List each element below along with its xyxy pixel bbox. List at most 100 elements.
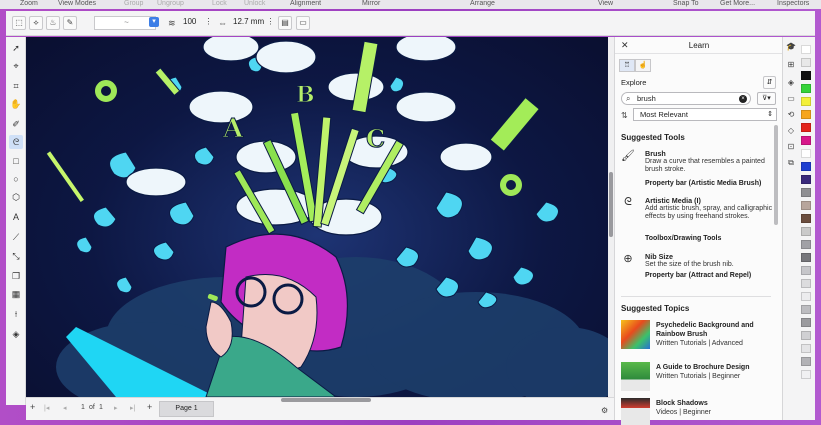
color-swatch[interactable] — [801, 357, 811, 366]
drawing-canvas[interactable]: A B C — [26, 37, 608, 397]
explore-options-icon[interactable]: ⇵ — [763, 76, 776, 89]
transform-docker-icon[interactable]: ⟲ — [785, 109, 797, 121]
color-swatch[interactable] — [801, 266, 811, 275]
add-page-after-icon[interactable]: + — [147, 402, 152, 412]
stroke-preset-dropdown[interactable]: ~ — [94, 16, 156, 30]
text-tool-icon[interactable]: A — [9, 210, 23, 224]
freehand-tool-icon[interactable]: ✐ — [9, 117, 23, 131]
color-swatch[interactable] — [801, 201, 811, 210]
menu-ungroup[interactable]: Ungroup — [157, 0, 184, 7]
menu-view-modes[interactable]: View Modes — [58, 0, 96, 7]
filter-icon[interactable]: ⊽▾ — [757, 92, 776, 105]
line-tool-icon[interactable]: ⟋ — [9, 230, 23, 244]
canvas-horizontal-scrollbar[interactable] — [281, 398, 371, 402]
color-swatch[interactable] — [801, 97, 811, 106]
transparency-tool-icon[interactable]: ▦ — [9, 287, 23, 301]
color-swatch[interactable] — [801, 279, 811, 288]
polygon-tool-icon[interactable]: ⬡ — [9, 190, 23, 204]
comments-docker-icon[interactable]: ▭ — [785, 93, 797, 105]
clear-search-icon[interactable]: × — [739, 95, 747, 103]
tab-learn[interactable]: ♖ — [619, 59, 635, 72]
spray-icon[interactable]: ✎ — [63, 16, 77, 30]
next-page-icon[interactable]: ▸ — [114, 404, 118, 412]
bounding-box-icon[interactable]: ⬚ — [12, 16, 26, 30]
menu-zoom[interactable]: Zoom — [20, 0, 38, 7]
menu-mirror[interactable]: Mirror — [362, 0, 380, 7]
panel-scrollbar[interactable] — [774, 125, 778, 225]
menu-group[interactable]: Group — [124, 0, 143, 7]
pick-tool-icon[interactable]: ➚ — [9, 41, 23, 55]
color-swatch[interactable] — [801, 149, 811, 158]
width-stepper-icon[interactable]: ⋮ — [266, 16, 275, 30]
last-page-icon[interactable]: ▸| — [130, 404, 135, 412]
topic-item-psychedelic[interactable]: Psychedelic Background and Rainbow Brush… — [621, 320, 777, 352]
scale-stroke-icon[interactable]: ▤ — [278, 16, 292, 30]
color-swatch[interactable] — [801, 240, 811, 249]
color-swatch[interactable] — [801, 71, 811, 80]
menu-lock[interactable]: Lock — [212, 0, 227, 7]
tool-item-brush[interactable]: 🖌 Brush Draw a curve that resembles a pa… — [621, 149, 777, 191]
smoothing-field[interactable]: 100 — [180, 16, 204, 30]
node-edit-icon[interactable]: ⟡ — [29, 16, 43, 30]
current-page[interactable]: 1 — [81, 404, 85, 411]
width-field[interactable]: 12.7 mm — [230, 16, 266, 30]
color-swatch[interactable] — [801, 214, 811, 223]
brush-preset-icon[interactable]: ♨ — [46, 16, 60, 30]
connector-tool-icon[interactable]: ⤡ — [9, 249, 23, 263]
tool-item-nib-size[interactable]: ⊕ Nib Size Set the size of the brush nib… — [621, 252, 777, 286]
search-input[interactable]: ⌕ brush × — [621, 92, 751, 105]
first-page-icon[interactable]: |◂ — [44, 404, 49, 412]
frame-icon[interactable]: ▭ — [296, 16, 310, 30]
shape-tool-icon[interactable]: ⌖ — [9, 59, 23, 73]
add-page-before-icon[interactable]: + — [30, 402, 35, 412]
menu-view[interactable]: View — [598, 0, 613, 7]
color-swatch[interactable] — [801, 188, 811, 197]
topic-item-block-shadows[interactable]: Block Shadows Videos | Beginner — [621, 398, 777, 425]
tool-item-artistic-media[interactable]: ᘓ Artistic Media (I) Add artistic brush,… — [621, 196, 777, 246]
color-swatch[interactable] — [801, 344, 811, 353]
tab-hints[interactable]: ☝ — [635, 59, 651, 72]
color-swatch[interactable] — [801, 45, 811, 54]
color-swatch[interactable] — [801, 227, 811, 236]
objects-docker-icon[interactable]: ◈ — [785, 77, 797, 89]
color-swatch[interactable] — [801, 370, 811, 379]
sort-dropdown[interactable]: Most Relevant ⇕ — [633, 108, 777, 121]
export-docker-icon[interactable]: ⊡ — [785, 141, 797, 153]
color-swatch[interactable] — [801, 253, 811, 262]
menu-inspectors[interactable]: Inspectors — [777, 0, 809, 7]
smoothing-stepper-icon[interactable]: ⋮ — [204, 16, 213, 30]
color-swatch[interactable] — [801, 331, 811, 340]
assets-docker-icon[interactable]: ◇ — [785, 125, 797, 137]
navigator-icon[interactable]: ⚙ — [601, 406, 608, 415]
pan-tool-icon[interactable]: ✋ — [9, 97, 23, 111]
stroke-dropdown-arrow-icon[interactable]: ▾ — [149, 17, 159, 27]
eyedropper-tool-icon[interactable]: ⟊ — [9, 307, 23, 321]
menu-arrange[interactable]: Arrange — [470, 0, 495, 7]
crop-tool-icon[interactable]: ⌗ — [9, 79, 23, 93]
color-swatch[interactable] — [801, 318, 811, 327]
fill-tool-icon[interactable]: ◈ — [9, 327, 23, 341]
color-swatch[interactable] — [801, 84, 811, 93]
color-swatch[interactable] — [801, 162, 811, 171]
menu-alignment[interactable]: Alignment — [290, 0, 321, 7]
rectangle-tool-icon[interactable]: □ — [9, 154, 23, 168]
menu-snap-to[interactable]: Snap To — [673, 0, 699, 7]
color-swatch[interactable] — [801, 123, 811, 132]
color-swatch[interactable] — [801, 110, 811, 119]
shadow-tool-icon[interactable]: ❐ — [9, 269, 23, 283]
color-swatch[interactable] — [801, 58, 811, 67]
topic-item-brochure[interactable]: A Guide to Brochure Design Written Tutor… — [621, 362, 777, 394]
styles-docker-icon[interactable]: ⧉ — [785, 157, 797, 169]
artistic-media-tool-icon[interactable]: ᘓ — [9, 135, 23, 149]
color-swatch[interactable] — [801, 175, 811, 184]
color-swatch[interactable] — [801, 136, 811, 145]
menu-unlock[interactable]: Unlock — [244, 0, 265, 7]
scroll-thumb[interactable] — [609, 172, 613, 237]
ellipse-tool-icon[interactable]: ○ — [9, 172, 23, 186]
color-swatch[interactable] — [801, 305, 811, 314]
search-value[interactable]: brush — [637, 94, 656, 103]
prev-page-icon[interactable]: ◂ — [63, 404, 67, 412]
learn-docker-icon[interactable]: 🎓 — [785, 41, 797, 53]
tab-page-1[interactable]: Page 1 — [159, 401, 214, 417]
properties-docker-icon[interactable]: ⊞ — [785, 59, 797, 71]
